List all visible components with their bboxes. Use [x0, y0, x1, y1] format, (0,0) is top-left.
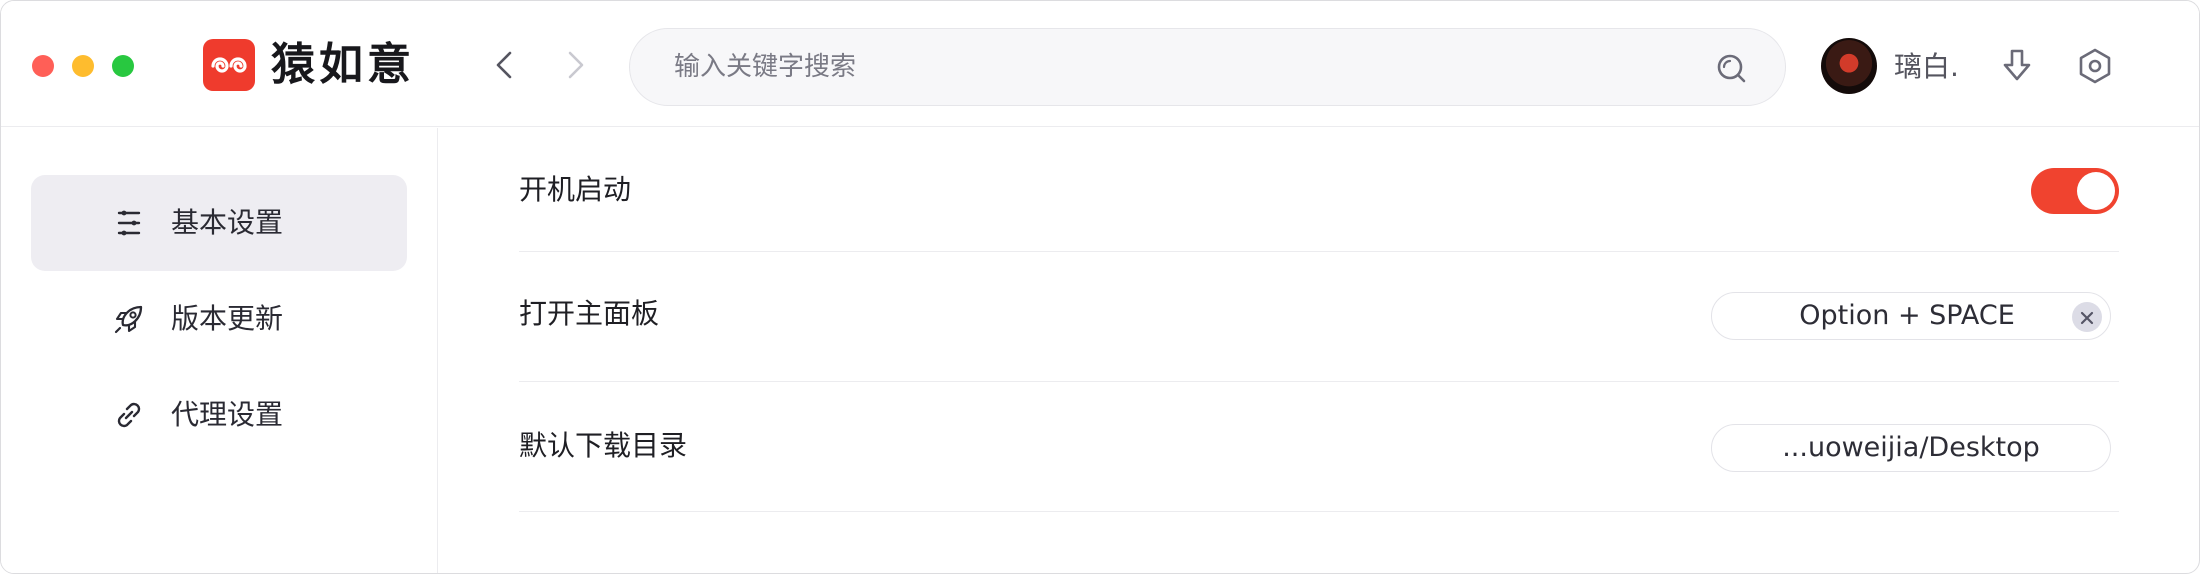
- download-dir-label: 默认下载目录: [519, 429, 688, 462]
- download-path-value: ...uoweijia/Desktop: [1782, 432, 2040, 463]
- clear-shortcut-button[interactable]: [2072, 302, 2102, 332]
- search-icon[interactable]: [1713, 49, 1751, 87]
- top-bar: 猿如意 璃白.: [1, 1, 2199, 127]
- settings-icon[interactable]: [2074, 45, 2116, 87]
- settings-panel: 开机启动 打开主面板 Option + SPACE 默认下载目录 ...uowe…: [519, 128, 2119, 573]
- app-title: 猿如意: [271, 39, 415, 90]
- sidebar: 基本设置 版本更新 代理设置: [1, 128, 438, 573]
- app-logo: [203, 39, 255, 91]
- open-panel-label: 打开主面板: [519, 297, 660, 330]
- sliders-icon: [111, 205, 147, 241]
- rocket-icon: [111, 301, 147, 337]
- toggle-knob: [2077, 172, 2115, 210]
- sidebar-item-label: 基本设置: [171, 206, 284, 239]
- maximize-window-button[interactable]: [112, 55, 134, 77]
- download-path-field[interactable]: ...uoweijia/Desktop: [1711, 424, 2111, 472]
- setting-row-download-dir: 默认下载目录 ...uoweijia/Desktop: [519, 382, 2119, 512]
- startup-label: 开机启动: [519, 173, 632, 206]
- search-bar: [629, 28, 1786, 106]
- app-window: 猿如意 璃白.: [0, 0, 2200, 574]
- shortcut-field[interactable]: Option + SPACE: [1711, 292, 2111, 340]
- shortcut-value: Option + SPACE: [1799, 300, 2015, 331]
- sidebar-item-label: 版本更新: [171, 302, 284, 335]
- close-window-button[interactable]: [32, 55, 54, 77]
- sidebar-item-proxy-settings[interactable]: 代理设置: [31, 367, 407, 463]
- username[interactable]: 璃白.: [1894, 47, 1959, 87]
- download-icon[interactable]: [1996, 45, 2038, 87]
- sidebar-item-version-update[interactable]: 版本更新: [31, 271, 407, 367]
- avatar[interactable]: [1821, 38, 1877, 94]
- sidebar-item-label: 代理设置: [171, 398, 284, 431]
- sidebar-item-basic-settings[interactable]: 基本设置: [31, 175, 407, 271]
- setting-row-open-panel: 打开主面板 Option + SPACE: [519, 252, 2119, 382]
- link-icon: [111, 397, 147, 433]
- search-input[interactable]: [674, 29, 1674, 105]
- startup-toggle[interactable]: [2031, 168, 2119, 214]
- minimize-window-button[interactable]: [72, 55, 94, 77]
- chevron-right-icon[interactable]: [555, 45, 595, 85]
- setting-row-startup: 开机启动: [519, 128, 2119, 252]
- chevron-left-icon[interactable]: [485, 45, 525, 85]
